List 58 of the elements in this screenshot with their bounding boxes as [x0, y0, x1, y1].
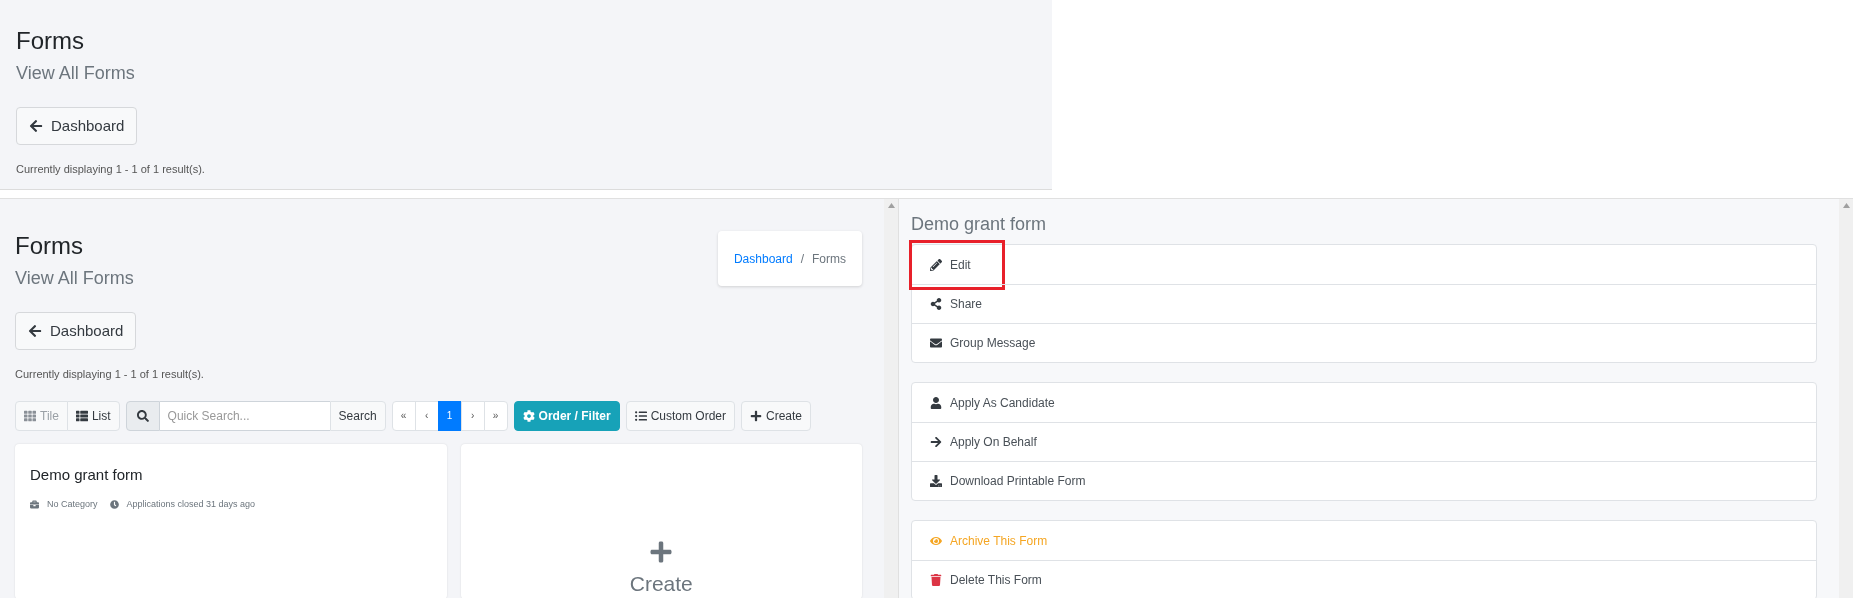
dashboard-button[interactable]: Dashboard: [16, 107, 138, 145]
gear-icon: [522, 409, 535, 422]
result-count-text: Currently displaying 1 - 1 of 1 result(s).: [16, 162, 205, 177]
action-item[interactable]: Group Message: [912, 323, 1816, 362]
result-count-text: Currently displaying 1 - 1 of 1 result(s).: [15, 367, 204, 382]
arrow-left-icon: [29, 119, 43, 133]
clock-icon: [109, 500, 119, 510]
download-icon: [930, 475, 942, 487]
page-subtitle: View All Forms: [15, 267, 134, 290]
action-item[interactable]: Apply On Behalf: [912, 422, 1816, 461]
view-toggle-tab[interactable]: List: [66, 400, 120, 431]
search-field[interactable]: Quick Search...: [159, 400, 330, 431]
dashboard-button[interactable]: Dashboard: [15, 312, 137, 350]
scrollbar[interactable]: [1839, 199, 1853, 598]
pagination-button[interactable]: 1: [437, 400, 462, 431]
toolbar-button[interactable]: Custom Order: [625, 400, 735, 431]
search-button[interactable]: Search: [329, 400, 386, 431]
action-item[interactable]: Download Printable Form: [912, 461, 1816, 500]
breadcrumb-current: Forms: [812, 250, 846, 268]
briefcase-icon: [30, 500, 39, 510]
arrow-left-icon: [28, 324, 42, 338]
pagination-button[interactable]: «: [391, 400, 416, 431]
pencil-icon: [930, 258, 942, 271]
pagination-button[interactable]: ›: [460, 400, 485, 431]
pagination-button[interactable]: ‹: [414, 400, 439, 431]
breadcrumb-separator: /: [800, 250, 804, 268]
scroll-up-icon: [1842, 203, 1850, 208]
trash-icon: [930, 574, 942, 586]
scroll-up-icon: [887, 203, 895, 208]
eye-icon: [930, 534, 942, 547]
toolbar-button[interactable]: Create: [741, 400, 812, 431]
arrow-right-icon: [930, 436, 942, 448]
form-card[interactable]: Demo grant form No Category Applications closed 31 days ago: [15, 443, 447, 598]
page-title: Forms: [15, 231, 83, 261]
page-title: Forms: [16, 26, 84, 56]
share-icon: [930, 298, 942, 310]
page-subtitle: View All Forms: [16, 62, 135, 85]
search-icon: [136, 409, 149, 422]
action-item[interactable]: Delete This Form: [912, 560, 1816, 598]
envelope-icon: [930, 337, 942, 349]
action-item[interactable]: Edit: [912, 245, 1816, 284]
form-title: Demo grant form: [30, 464, 143, 485]
list-icon: [75, 409, 88, 422]
breadcrumb-link[interactable]: Dashboard: [733, 249, 793, 268]
action-item[interactable]: Share: [912, 284, 1816, 323]
grid-icon: [24, 409, 36, 422]
plus-icon: [649, 539, 674, 564]
list-icon: [634, 409, 647, 422]
scrollbar[interactable]: [884, 199, 898, 598]
panel-title: Demo grant form: [911, 213, 1048, 236]
plus-icon: [750, 409, 762, 422]
create-card[interactable]: Create: [460, 443, 862, 598]
pagination-button[interactable]: »: [483, 400, 508, 431]
status-text: Applications closed 31 days ago: [126, 498, 256, 511]
create-label: Create: [629, 570, 693, 597]
category-text: No Category: [47, 498, 98, 511]
action-item[interactable]: Apply As Candidate: [912, 383, 1816, 422]
user-icon: [930, 396, 942, 409]
